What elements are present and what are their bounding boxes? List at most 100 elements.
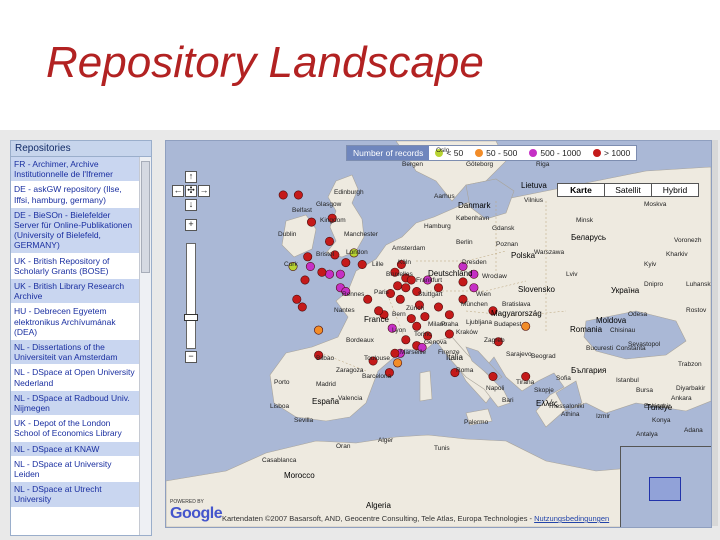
zoom-out-button[interactable]: − <box>185 351 197 363</box>
repository-marker[interactable] <box>420 312 430 322</box>
repository-marker[interactable] <box>300 275 310 285</box>
zoom-slider[interactable] <box>184 243 198 349</box>
city-label: Hamburg <box>424 223 451 230</box>
city-label: Zürich <box>406 305 425 312</box>
repository-marker[interactable] <box>458 277 468 287</box>
city-label: Sarajevo <box>506 351 532 358</box>
repository-marker[interactable] <box>412 321 422 331</box>
country-label: Romania <box>570 325 603 334</box>
repository-marker[interactable] <box>341 258 351 268</box>
repository-marker[interactable] <box>305 262 315 272</box>
repository-item[interactable]: DE - askGW repository (Ilse, Iffsi, hamb… <box>11 182 139 208</box>
repository-marker[interactable] <box>406 314 416 324</box>
repository-item[interactable]: FR - Archimer, Archive Institutionnelle … <box>11 157 139 183</box>
repository-item[interactable]: UK - British Repository of Scholarly Gra… <box>11 253 139 280</box>
slide-title: Repository Landscape <box>46 38 484 87</box>
repository-marker[interactable] <box>297 302 307 312</box>
city-label: Istanbul <box>616 377 639 384</box>
sidebar-scroll-thumb[interactable] <box>141 161 150 273</box>
city-label: Sevilla <box>294 417 314 424</box>
pan-left-button[interactable]: ← <box>172 185 184 197</box>
repository-item[interactable]: NL - DSpace at KNAW <box>11 441 139 457</box>
map-view[interactable]: Number of records < 50 50 - 500 500 - 10… <box>165 140 712 528</box>
repository-item[interactable]: DE - BieSOn - Bielefelder Server für Onl… <box>11 207 139 254</box>
repository-marker[interactable] <box>521 321 531 331</box>
app-window: Repositories FR - Archimer, Archive Inst… <box>0 130 720 540</box>
city-label: Edinburgh <box>334 189 364 196</box>
city-label: Rennes <box>342 291 365 298</box>
records-legend: Number of records < 50 50 - 500 500 - 10… <box>346 145 638 161</box>
pan-right-button[interactable]: → <box>198 185 210 197</box>
city-label: Berlin <box>456 239 473 246</box>
overview-map[interactable] <box>620 446 711 527</box>
city-label: Toulouse <box>364 355 391 362</box>
country-label: Magyarország <box>491 309 542 318</box>
legend-item-medium: 50 - 500 <box>469 148 523 158</box>
repository-marker[interactable] <box>325 269 335 279</box>
legend-item-large: 500 - 1000 <box>523 148 587 158</box>
repository-marker[interactable] <box>374 306 384 316</box>
repository-marker[interactable] <box>317 267 327 277</box>
repository-marker[interactable] <box>401 283 411 293</box>
repository-marker[interactable] <box>395 294 405 304</box>
city-label: Kingdom <box>320 217 346 224</box>
city-label: Amsterdam <box>392 245 426 252</box>
repository-marker[interactable] <box>357 260 367 270</box>
city-label: Tunis <box>434 445 450 452</box>
repository-marker[interactable] <box>444 310 454 320</box>
city-label: Valencia <box>338 395 363 402</box>
repository-marker[interactable] <box>401 335 411 345</box>
city-label: Bursa <box>636 387 653 394</box>
map-type-satellit-button[interactable]: Satellit <box>604 183 652 197</box>
city-label: Nantes <box>334 307 355 314</box>
repository-item[interactable]: NL - Dissertations of the Universiteit v… <box>11 340 139 366</box>
city-label: Genova <box>424 339 447 346</box>
city-label: Stuttgart <box>418 291 443 298</box>
repository-marker[interactable] <box>363 294 373 304</box>
repository-marker[interactable] <box>325 236 335 246</box>
repository-marker[interactable] <box>393 281 403 291</box>
repository-item[interactable]: UK - Depot of the London School of Econo… <box>11 416 139 442</box>
repository-marker[interactable] <box>314 325 324 335</box>
sidebar-header: Repositories <box>11 141 151 157</box>
repository-marker[interactable] <box>293 190 303 200</box>
repository-marker[interactable] <box>307 217 317 227</box>
overview-viewport-box[interactable] <box>649 477 681 501</box>
city-label: Oran <box>336 443 351 450</box>
repository-sidebar: Repositories FR - Archimer, Archive Inst… <box>10 140 152 536</box>
pan-up-button[interactable]: ↑ <box>185 171 197 183</box>
city-label: Konya <box>652 417 671 424</box>
repository-marker[interactable] <box>278 190 288 200</box>
zoom-slider-thumb[interactable] <box>184 314 198 321</box>
map-type-hybrid-button[interactable]: Hybrid <box>651 183 699 197</box>
repository-marker[interactable] <box>335 269 345 279</box>
repository-item[interactable]: NL - DSpace at Open University Nederland <box>11 365 139 391</box>
repository-marker[interactable] <box>444 329 454 339</box>
city-label: Marseille <box>400 349 427 356</box>
repository-item[interactable]: UK - British Library Research Archive <box>11 279 139 305</box>
zoom-in-button[interactable]: + <box>185 219 197 231</box>
repository-item[interactable]: NL - DSpace at Radboud Univ. Nijmegen <box>11 390 139 417</box>
map-type-karte-button[interactable]: Karte <box>557 183 605 197</box>
google-logo[interactable]: Google <box>170 505 223 523</box>
repository-marker[interactable] <box>433 302 443 312</box>
repository-marker[interactable] <box>303 252 313 262</box>
sidebar-scrollbar[interactable] <box>139 157 151 535</box>
pan-down-button[interactable]: ↓ <box>185 199 197 211</box>
country-label: Slovensko <box>518 285 555 294</box>
repository-marker[interactable] <box>393 358 403 368</box>
repository-marker[interactable] <box>292 294 302 304</box>
repository-marker[interactable] <box>390 348 400 358</box>
repository-item[interactable]: NL - DSpace at Utrecht University <box>11 482 139 508</box>
pan-center-button[interactable]: ✣ <box>185 185 197 197</box>
repository-list: FR - Archimer, Archive Institutionnelle … <box>11 157 139 508</box>
city-label: Bruxelles <box>386 271 413 278</box>
country-label: Danmark <box>458 201 491 210</box>
repository-item[interactable]: NL - DSpace at University Leiden <box>11 456 139 483</box>
terms-link[interactable]: Nutzungsbedingungen <box>534 514 609 523</box>
repository-marker[interactable] <box>488 372 498 382</box>
copyright-text: Kartendaten ©2007 Basarsoft, AND, Geocen… <box>222 514 528 523</box>
page-scrollbar[interactable] <box>712 140 718 526</box>
city-label: Odesa <box>628 311 648 318</box>
repository-item[interactable]: HU - Debrecen Egyetem elektronikus Archí… <box>11 304 139 341</box>
